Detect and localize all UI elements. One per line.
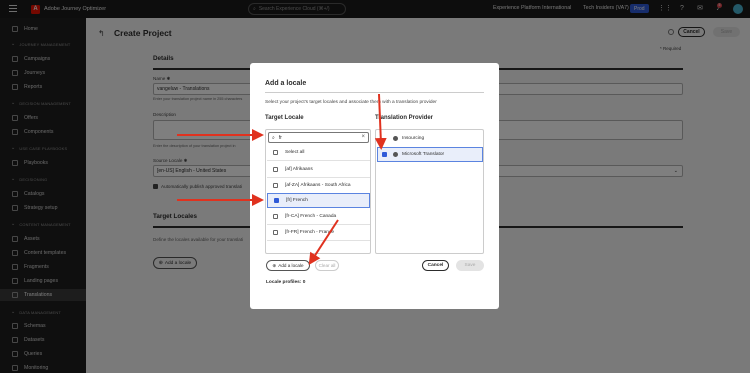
checkbox-checked[interactable] (382, 152, 387, 157)
option-label: [fr-CA] French - Canada (285, 214, 337, 219)
locale-option[interactable]: [fr-FR] French - France (267, 225, 370, 240)
option-label: [af-ZA] Afrikaans - South Africa (285, 183, 351, 188)
translation-provider-heading: Translation Provider (375, 115, 434, 121)
clear-all-button[interactable]: Clear all (315, 260, 339, 271)
checkbox[interactable] (273, 167, 278, 172)
locale-option-selected[interactable]: [fr] French (267, 193, 370, 208)
checkbox[interactable] (273, 230, 278, 235)
dialog-cancel-button[interactable]: Cancel (422, 260, 449, 271)
clear-icon[interactable]: × (361, 134, 365, 140)
provider-option[interactable]: Insourcing (377, 131, 483, 146)
divider (267, 160, 370, 161)
checkbox-checked[interactable] (274, 198, 279, 203)
locale-option[interactable]: [fr-CA] French - Canada (267, 209, 370, 224)
provider-option-selected[interactable]: Microsoft Translator (377, 147, 483, 162)
dialog-title: Add a locale (265, 80, 307, 87)
locale-option[interactable]: [af] Afrikaans (267, 162, 370, 177)
add-locale-dialog: Add a locale Select your project's targe… (250, 63, 499, 309)
option-label: [fr-FR] French - France (285, 230, 335, 235)
option-label: Insourcing (402, 136, 425, 141)
add-locale-button[interactable]: ⊕Add a locale (266, 260, 310, 271)
dialog-save-button[interactable]: Save (456, 260, 484, 271)
provider-icon (393, 152, 398, 157)
add-icon: ⊕ (272, 262, 277, 268)
locale-profiles-count: Locale profiles: 0 (266, 280, 306, 285)
option-label: Microsoft Translator (402, 152, 445, 157)
divider (267, 240, 370, 241)
translation-provider-list: Insourcing Microsoft Translator (375, 129, 484, 254)
locale-search-input[interactable]: ⌕ fr × (268, 132, 369, 143)
provider-icon (393, 136, 398, 141)
select-all-option[interactable]: Select all (267, 145, 370, 160)
dialog-description: Select your project's target locales and… (265, 100, 437, 105)
target-locale-heading: Target Locale (265, 115, 304, 121)
option-label: [fr] French (286, 198, 308, 203)
dialog-divider (265, 92, 484, 93)
target-locale-list: ⌕ fr × Select all [af] Afrikaans [af-ZA]… (265, 129, 371, 254)
locale-option[interactable]: [af-ZA] Afrikaans - South Africa (267, 178, 370, 193)
locale-search-value: fr (278, 134, 282, 141)
add-locale-label: Add a locale (278, 263, 304, 268)
checkbox[interactable] (273, 214, 278, 219)
checkbox[interactable] (273, 150, 278, 155)
search-icon: ⌕ (272, 134, 275, 141)
option-label: Select all (285, 150, 305, 155)
checkbox[interactable] (273, 183, 278, 188)
option-label: [af] Afrikaans (285, 167, 313, 172)
